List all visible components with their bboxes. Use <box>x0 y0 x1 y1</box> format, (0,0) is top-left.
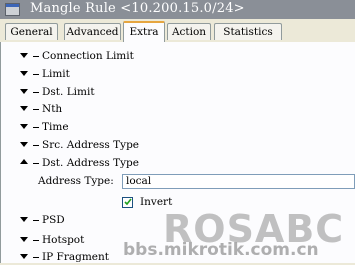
section-dst-address-type[interactable]: Dst. Address Type <box>0 155 355 171</box>
collapse-arrow-icon[interactable] <box>20 159 28 164</box>
section-label: PSD <box>42 214 65 226</box>
checkmark-icon <box>124 198 132 206</box>
expand-arrow-icon[interactable] <box>20 106 28 111</box>
section-divider <box>33 145 39 146</box>
section-limit[interactable]: Limit <box>0 66 355 82</box>
section-divider <box>33 240 39 241</box>
section-label: Time <box>42 121 69 133</box>
tab-extra[interactable]: Extra <box>123 21 165 42</box>
section-divider <box>33 109 39 110</box>
section-divider <box>33 74 39 75</box>
section-label: Dst. Limit <box>42 86 95 98</box>
tab-general[interactable]: General <box>5 23 58 40</box>
expand-arrow-icon[interactable] <box>20 217 28 222</box>
expand-arrow-icon[interactable] <box>20 142 28 147</box>
address-type-label: Address Type: <box>38 175 114 187</box>
tab-bar: General Advanced Extra Action Statistics <box>0 19 355 43</box>
section-divider <box>33 127 39 128</box>
section-divider <box>33 92 39 93</box>
section-label: Dst. Address Type <box>42 157 139 169</box>
section-divider <box>33 56 39 57</box>
section-divider <box>33 220 39 221</box>
invert-checkbox[interactable] <box>122 197 133 208</box>
expand-arrow-icon[interactable] <box>20 237 28 242</box>
section-label: Src. Address Type <box>42 139 140 151</box>
section-connection-limit[interactable]: Connection Limit <box>0 48 355 64</box>
expand-arrow-icon[interactable] <box>20 71 28 76</box>
section-dst-limit[interactable]: Dst. Limit <box>0 84 355 100</box>
section-label: Nth <box>42 103 63 115</box>
address-type-select[interactable]: local <box>122 174 355 189</box>
expand-arrow-icon[interactable] <box>20 254 28 259</box>
tab-statistics[interactable]: Statistics <box>214 23 282 40</box>
section-time[interactable]: Time <box>0 119 355 135</box>
expand-arrow-icon[interactable] <box>20 124 28 129</box>
section-label: Connection Limit <box>42 50 134 62</box>
tab-action[interactable]: Action <box>167 23 211 40</box>
window-icon <box>5 3 20 16</box>
section-src-address-type[interactable]: Src. Address Type <box>0 137 355 153</box>
window-title: Mangle Rule <10.200.15.0/24> <box>30 1 245 16</box>
watermark-url: bbs.mikrotik.com.cn <box>123 240 319 260</box>
section-label: Hotspot <box>42 234 85 246</box>
section-divider <box>33 257 39 258</box>
expand-arrow-icon[interactable] <box>20 89 28 94</box>
section-label: Limit <box>42 68 70 80</box>
tab-advanced[interactable]: Advanced <box>64 23 121 40</box>
expand-arrow-icon[interactable] <box>20 53 28 58</box>
section-nth[interactable]: Nth <box>0 101 355 117</box>
section-divider <box>33 163 39 164</box>
window-titlebar[interactable]: Mangle Rule <10.200.15.0/24> <box>0 0 355 19</box>
